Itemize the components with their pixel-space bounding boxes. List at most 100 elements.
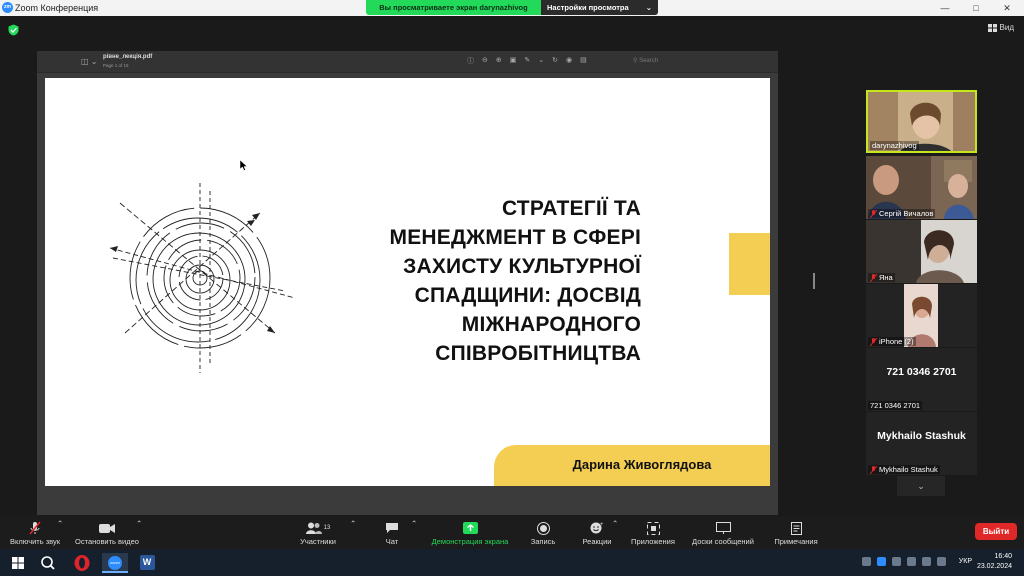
author-name: Дарина Живоглядова — [572, 457, 712, 472]
stop-video-button[interactable]: Остановить видео — [72, 519, 142, 546]
clock-time: 16:40 — [994, 553, 1012, 560]
close-icon[interactable]: ✕ — [997, 1, 1017, 15]
word-taskbar-button[interactable]: W — [136, 553, 158, 573]
gallery-scroll-down-button[interactable]: ⌄ — [897, 476, 945, 496]
meeting-area: Вид ◫ ⌄ рівне_лекція.pdf Page 1 of 15 ⓘ … — [0, 16, 1024, 516]
participant-name-text: Сергій Вичалов — [879, 209, 934, 218]
opera-browser-icon[interactable] — [72, 553, 92, 573]
view-button[interactable]: Вид — [987, 23, 1014, 32]
participant-tile[interactable]: Mykhailo Stashuk Mykhailo Stashuk — [866, 412, 977, 475]
pen-icon[interactable]: ✎ — [524, 56, 530, 66]
markup-icon[interactable]: ◉ — [566, 56, 572, 66]
maximize-icon[interactable]: □ — [966, 1, 986, 15]
unmute-label: Включить звук — [9, 537, 61, 546]
participant-name-text: darynazhivog — [872, 141, 917, 150]
muted-mic-icon — [870, 273, 877, 282]
participant-tile[interactable]: iPhone (2) — [866, 284, 977, 347]
share-screen-label: Демонстрация экрана — [431, 537, 509, 546]
leave-button[interactable]: Выйти — [975, 523, 1017, 540]
panel-resize-handle[interactable] — [813, 273, 815, 289]
participant-tile[interactable]: 721 0346 2701 721 0346 2701 — [866, 348, 977, 411]
slide-title-line: МЕНЕДЖМЕНТ В СФЕРІ — [389, 226, 641, 249]
slide-title-line: СПІВРОБІТНИЦТВА — [435, 342, 641, 365]
svg-text:+: + — [600, 522, 604, 528]
keyboard-language[interactable]: УКР — [959, 558, 972, 565]
tray-icon[interactable] — [892, 557, 901, 566]
audio-options-caret[interactable]: ⌃ — [57, 519, 63, 528]
slide-title-line: ЗАХИСТУ КУЛЬТУРНОЇ — [403, 255, 641, 278]
participant-name: Яна — [868, 273, 895, 282]
share-screen-icon — [462, 522, 478, 534]
minimize-icon[interactable]: — — [935, 1, 955, 15]
reactions-options-caret[interactable]: ⌃ — [612, 519, 618, 528]
zoom-in-icon[interactable]: ⊕ — [496, 56, 502, 66]
form-icon[interactable]: ▤ — [580, 56, 587, 66]
clock-date: 23.02.2024 — [976, 563, 1012, 570]
video-options-caret[interactable]: ⌃ — [136, 519, 142, 528]
view-options-label: Настройки просмотра — [547, 3, 629, 12]
taskbar-clock[interactable]: 16:40 23.02.2024 — [977, 552, 1012, 572]
participants-options-caret[interactable]: ⌃ — [350, 519, 356, 528]
presentation-slide: СТРАТЕГІЇ ТА МЕНЕДЖМЕНТ В СФЕРІ ЗАХИСТУ … — [45, 78, 770, 486]
slide-title-line: МІЖНАРОДНОГО — [461, 313, 641, 336]
zoom-taskbar-button[interactable]: zoom — [102, 553, 128, 573]
participant-name-text: Mykhailo Stashuk — [879, 465, 938, 474]
muted-mic-icon — [870, 465, 877, 474]
compass-drawing-icon — [109, 183, 295, 373]
chat-button[interactable]: Чат — [380, 519, 404, 546]
windows-taskbar: zoom W УКР 16:40 23.02.2024 — [0, 549, 1024, 576]
accent-bar — [729, 233, 770, 295]
muted-mic-icon — [29, 521, 41, 535]
participant-name-text: Яна — [879, 273, 893, 282]
shield-check-icon[interactable] — [8, 24, 19, 36]
zoom-logo-icon: zm — [2, 2, 13, 13]
muted-mic-icon — [870, 337, 877, 346]
reactions-button[interactable]: + Реакции — [578, 519, 616, 546]
share-screen-button[interactable]: Демонстрация экрана — [426, 519, 514, 546]
info-icon[interactable]: ⓘ — [467, 56, 474, 66]
chat-options-caret[interactable]: ⌃ — [411, 519, 417, 528]
chevron-down-icon[interactable]: ⌄ — [538, 56, 544, 66]
share-banner: Вы просматриваете экран darynazhivog Нас… — [366, 0, 658, 15]
pdf-tools: ⓘ ⊖ ⊕ ▣ ✎ ⌄ ↻ ◉ ▤ — [467, 56, 587, 66]
view-button-label: Вид — [999, 23, 1014, 32]
slide-title: СТРАТЕГІЇ ТА МЕНЕДЖМЕНТ В СФЕРІ ЗАХИСТУ … — [335, 194, 641, 368]
pdf-page-info: Page 1 of 15 — [103, 63, 129, 68]
share-banner-message: Вы просматриваете экран darynazhivog — [366, 0, 541, 15]
participant-tile[interactable]: darynazhivog — [866, 90, 977, 153]
notes-label: Примечания — [774, 537, 818, 546]
tray-icon[interactable] — [877, 557, 886, 566]
reaction-emoji-icon: + — [590, 522, 604, 534]
windows-start-icon[interactable] — [8, 553, 28, 573]
word-app-icon: W — [139, 555, 155, 570]
pdf-search-field[interactable]: ⚲ Search — [633, 57, 658, 64]
sidebar-toggle-icon[interactable]: ◫ ⌄ — [81, 57, 97, 66]
view-options-button[interactable]: Настройки просмотра ⌄ — [541, 0, 658, 15]
volume-icon[interactable] — [937, 557, 946, 566]
apps-button[interactable]: Приложения — [628, 519, 678, 546]
record-button[interactable]: Запись — [527, 519, 559, 546]
participant-tile[interactable]: Сергій Вичалов — [866, 156, 977, 219]
participant-name: Сергій Вичалов — [868, 209, 936, 218]
tray-icon[interactable] — [907, 557, 916, 566]
participant-tile[interactable]: Яна — [866, 220, 977, 283]
whiteboards-label: Доски сообщений — [692, 537, 754, 546]
author-box: Дарина Живоглядова — [494, 445, 770, 486]
video-camera-icon — [99, 523, 115, 533]
grid-icon — [987, 23, 997, 32]
whiteboards-button[interactable]: Доски сообщений — [688, 519, 758, 546]
participants-button[interactable]: 13 Участники — [296, 519, 340, 546]
unmute-button[interactable]: Включить звук — [6, 519, 64, 546]
network-icon[interactable] — [922, 557, 931, 566]
search-icon[interactable] — [38, 553, 58, 573]
record-label: Запись — [530, 537, 556, 546]
zoom-out-icon[interactable]: ⊖ — [482, 56, 488, 66]
muted-mic-icon — [870, 209, 877, 218]
pdf-toolbar: ◫ ⌄ рівне_лекція.pdf Page 1 of 15 ⓘ ⊖ ⊕ … — [37, 51, 778, 73]
pdf-filename: рівне_лекція.pdf — [103, 54, 153, 60]
rotate-icon[interactable]: ↻ — [552, 56, 558, 66]
share-icon[interactable]: ▣ — [510, 56, 517, 66]
tray-icon[interactable] — [862, 557, 871, 566]
whiteboard-icon — [715, 522, 731, 534]
notes-button[interactable]: Примечания — [770, 519, 822, 546]
